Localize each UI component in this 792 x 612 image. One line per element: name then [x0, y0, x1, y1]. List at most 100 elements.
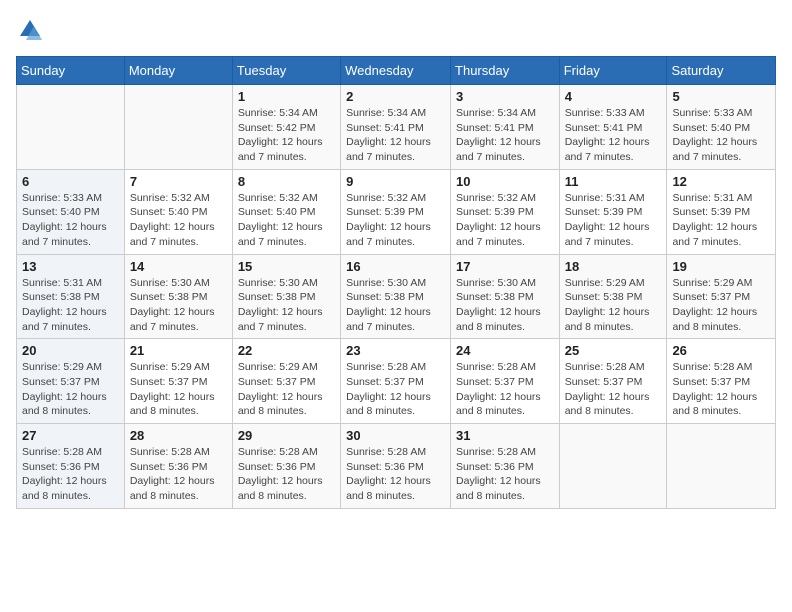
calendar-header-row: SundayMondayTuesdayWednesdayThursdayFrid… — [17, 57, 776, 85]
day-number: 6 — [22, 174, 119, 189]
logo — [16, 16, 48, 44]
day-header-saturday: Saturday — [667, 57, 776, 85]
day-info: Sunrise: 5:30 AM Sunset: 5:38 PM Dayligh… — [456, 276, 554, 335]
calendar-cell: 20 Sunrise: 5:29 AM Sunset: 5:37 PM Dayli… — [17, 339, 125, 424]
day-number: 1 — [238, 89, 335, 104]
calendar-cell: 23 Sunrise: 5:28 AM Sunset: 5:37 PM Dayli… — [341, 339, 451, 424]
day-number: 24 — [456, 343, 554, 358]
day-number: 12 — [672, 174, 770, 189]
calendar-week-row: 1 Sunrise: 5:34 AM Sunset: 5:42 PM Daylig… — [17, 85, 776, 170]
calendar-cell: 26 Sunrise: 5:28 AM Sunset: 5:37 PM Dayli… — [667, 339, 776, 424]
day-info: Sunrise: 5:28 AM Sunset: 5:36 PM Dayligh… — [130, 445, 227, 504]
day-header-wednesday: Wednesday — [341, 57, 451, 85]
calendar-week-row: 6 Sunrise: 5:33 AM Sunset: 5:40 PM Daylig… — [17, 169, 776, 254]
calendar-cell: 16 Sunrise: 5:30 AM Sunset: 5:38 PM Dayli… — [341, 254, 451, 339]
calendar-cell: 5 Sunrise: 5:33 AM Sunset: 5:40 PM Daylig… — [667, 85, 776, 170]
day-number: 31 — [456, 428, 554, 443]
calendar-cell — [667, 424, 776, 509]
calendar-cell: 12 Sunrise: 5:31 AM Sunset: 5:39 PM Dayli… — [667, 169, 776, 254]
day-header-friday: Friday — [559, 57, 667, 85]
day-number: 19 — [672, 259, 770, 274]
day-info: Sunrise: 5:28 AM Sunset: 5:36 PM Dayligh… — [238, 445, 335, 504]
day-number: 17 — [456, 259, 554, 274]
calendar-cell: 10 Sunrise: 5:32 AM Sunset: 5:39 PM Dayli… — [451, 169, 560, 254]
calendar-cell: 19 Sunrise: 5:29 AM Sunset: 5:37 PM Dayli… — [667, 254, 776, 339]
calendar-cell: 7 Sunrise: 5:32 AM Sunset: 5:40 PM Daylig… — [124, 169, 232, 254]
calendar-week-row: 20 Sunrise: 5:29 AM Sunset: 5:37 PM Dayli… — [17, 339, 776, 424]
calendar-cell: 25 Sunrise: 5:28 AM Sunset: 5:37 PM Dayli… — [559, 339, 667, 424]
day-number: 10 — [456, 174, 554, 189]
day-info: Sunrise: 5:29 AM Sunset: 5:37 PM Dayligh… — [238, 360, 335, 419]
calendar-cell: 24 Sunrise: 5:28 AM Sunset: 5:37 PM Dayli… — [451, 339, 560, 424]
day-info: Sunrise: 5:30 AM Sunset: 5:38 PM Dayligh… — [238, 276, 335, 335]
page-header — [16, 16, 776, 44]
day-info: Sunrise: 5:32 AM Sunset: 5:40 PM Dayligh… — [238, 191, 335, 250]
day-header-tuesday: Tuesday — [232, 57, 340, 85]
calendar-cell: 22 Sunrise: 5:29 AM Sunset: 5:37 PM Dayli… — [232, 339, 340, 424]
day-info: Sunrise: 5:28 AM Sunset: 5:37 PM Dayligh… — [456, 360, 554, 419]
day-info: Sunrise: 5:28 AM Sunset: 5:36 PM Dayligh… — [346, 445, 445, 504]
day-info: Sunrise: 5:32 AM Sunset: 5:39 PM Dayligh… — [456, 191, 554, 250]
calendar: SundayMondayTuesdayWednesdayThursdayFrid… — [16, 56, 776, 509]
day-info: Sunrise: 5:33 AM Sunset: 5:40 PM Dayligh… — [22, 191, 119, 250]
day-number: 9 — [346, 174, 445, 189]
day-info: Sunrise: 5:33 AM Sunset: 5:40 PM Dayligh… — [672, 106, 770, 165]
calendar-week-row: 13Sunrise: 5:31 AM Sunset: 5:38 PM Dayli… — [17, 254, 776, 339]
calendar-cell: 8Sunrise: 5:32 AM Sunset: 5:40 PM Daylig… — [232, 169, 340, 254]
day-info: Sunrise: 5:31 AM Sunset: 5:39 PM Dayligh… — [672, 191, 770, 250]
calendar-cell: 30 Sunrise: 5:28 AM Sunset: 5:36 PM Dayli… — [341, 424, 451, 509]
day-number: 22 — [238, 343, 335, 358]
day-number: 28 — [130, 428, 227, 443]
day-info: Sunrise: 5:29 AM Sunset: 5:37 PM Dayligh… — [672, 276, 770, 335]
day-info: Sunrise: 5:28 AM Sunset: 5:37 PM Dayligh… — [565, 360, 662, 419]
day-info: Sunrise: 5:32 AM Sunset: 5:40 PM Dayligh… — [130, 191, 227, 250]
day-info: Sunrise: 5:28 AM Sunset: 5:37 PM Dayligh… — [672, 360, 770, 419]
day-number: 27 — [22, 428, 119, 443]
calendar-cell: 11Sunrise: 5:31 AM Sunset: 5:39 PM Dayli… — [559, 169, 667, 254]
day-info: Sunrise: 5:28 AM Sunset: 5:36 PM Dayligh… — [456, 445, 554, 504]
day-info: Sunrise: 5:30 AM Sunset: 5:38 PM Dayligh… — [130, 276, 227, 335]
calendar-cell: 28 Sunrise: 5:28 AM Sunset: 5:36 PM Dayli… — [124, 424, 232, 509]
day-info: Sunrise: 5:34 AM Sunset: 5:42 PM Dayligh… — [238, 106, 335, 165]
calendar-cell — [124, 85, 232, 170]
day-header-monday: Monday — [124, 57, 232, 85]
day-number: 23 — [346, 343, 445, 358]
day-info: Sunrise: 5:29 AM Sunset: 5:38 PM Dayligh… — [565, 276, 662, 335]
day-number: 3 — [456, 89, 554, 104]
day-number: 30 — [346, 428, 445, 443]
day-info: Sunrise: 5:34 AM Sunset: 5:41 PM Dayligh… — [346, 106, 445, 165]
calendar-cell — [17, 85, 125, 170]
calendar-cell: 1 Sunrise: 5:34 AM Sunset: 5:42 PM Daylig… — [232, 85, 340, 170]
calendar-cell: 14 Sunrise: 5:30 AM Sunset: 5:38 PM Dayli… — [124, 254, 232, 339]
day-number: 18 — [565, 259, 662, 274]
calendar-cell: 6 Sunrise: 5:33 AM Sunset: 5:40 PM Daylig… — [17, 169, 125, 254]
day-info: Sunrise: 5:28 AM Sunset: 5:37 PM Dayligh… — [346, 360, 445, 419]
logo-icon — [16, 16, 44, 44]
day-info: Sunrise: 5:30 AM Sunset: 5:38 PM Dayligh… — [346, 276, 445, 335]
day-number: 25 — [565, 343, 662, 358]
day-info: Sunrise: 5:29 AM Sunset: 5:37 PM Dayligh… — [22, 360, 119, 419]
day-number: 5 — [672, 89, 770, 104]
day-number: 7 — [130, 174, 227, 189]
calendar-cell: 13Sunrise: 5:31 AM Sunset: 5:38 PM Dayli… — [17, 254, 125, 339]
calendar-cell: 2 Sunrise: 5:34 AM Sunset: 5:41 PM Daylig… — [341, 85, 451, 170]
calendar-cell: 4 Sunrise: 5:33 AM Sunset: 5:41 PM Daylig… — [559, 85, 667, 170]
calendar-cell: 21 Sunrise: 5:29 AM Sunset: 5:37 PM Dayli… — [124, 339, 232, 424]
calendar-cell — [559, 424, 667, 509]
day-number: 26 — [672, 343, 770, 358]
day-number: 20 — [22, 343, 119, 358]
day-number: 16 — [346, 259, 445, 274]
day-number: 2 — [346, 89, 445, 104]
calendar-cell: 3 Sunrise: 5:34 AM Sunset: 5:41 PM Daylig… — [451, 85, 560, 170]
calendar-cell: 27Sunrise: 5:28 AM Sunset: 5:36 PM Dayli… — [17, 424, 125, 509]
day-info: Sunrise: 5:29 AM Sunset: 5:37 PM Dayligh… — [130, 360, 227, 419]
day-number: 21 — [130, 343, 227, 358]
calendar-cell: 31 Sunrise: 5:28 AM Sunset: 5:36 PM Dayli… — [451, 424, 560, 509]
day-info: Sunrise: 5:33 AM Sunset: 5:41 PM Dayligh… — [565, 106, 662, 165]
day-info: Sunrise: 5:34 AM Sunset: 5:41 PM Dayligh… — [456, 106, 554, 165]
day-info: Sunrise: 5:31 AM Sunset: 5:38 PM Dayligh… — [22, 276, 119, 335]
day-header-sunday: Sunday — [17, 57, 125, 85]
calendar-cell: 17 Sunrise: 5:30 AM Sunset: 5:38 PM Dayli… — [451, 254, 560, 339]
day-number: 14 — [130, 259, 227, 274]
day-number: 4 — [565, 89, 662, 104]
